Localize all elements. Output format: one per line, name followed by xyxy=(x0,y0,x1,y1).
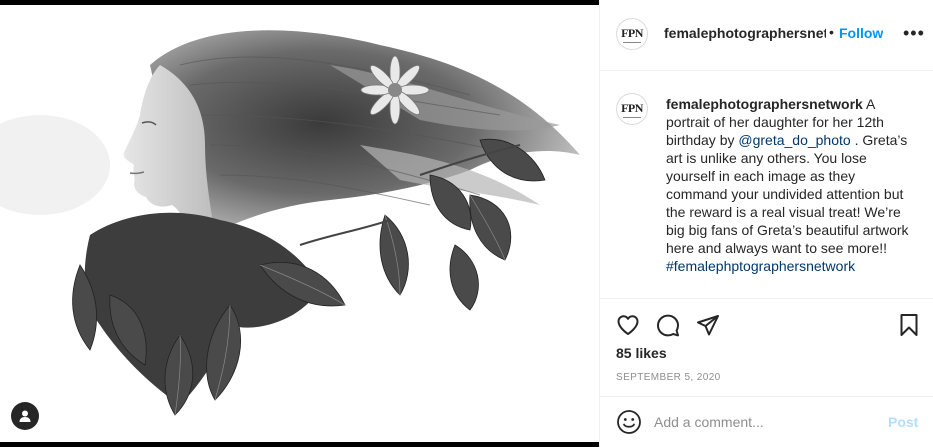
bookmark-icon[interactable] xyxy=(897,313,921,337)
user-tag-icon[interactable] xyxy=(11,402,39,430)
header-username[interactable]: femalephotographersnetwork xyxy=(664,25,826,41)
caption-username[interactable]: femalephotographersnetwork xyxy=(666,96,863,112)
avatar-text: FPN xyxy=(621,100,643,115)
caption-hashtag-link[interactable]: #femalephptographersnetwork xyxy=(666,258,855,274)
paper-plane-icon[interactable] xyxy=(696,313,720,337)
caption-avatar[interactable]: FPN xyxy=(616,93,648,125)
post-image[interactable] xyxy=(0,0,599,447)
likes-count[interactable]: 85 likes xyxy=(616,345,667,361)
post-date[interactable]: SEPTEMBER 5, 2020 xyxy=(616,372,721,383)
post-comment-button[interactable]: Post xyxy=(888,414,918,430)
caption-mention-link[interactable]: @greta_do_photo xyxy=(738,132,850,148)
header-separator: • xyxy=(829,24,834,40)
more-options-icon[interactable]: ••• xyxy=(903,24,925,42)
post-actions: 85 likes SEPTEMBER 5, 2020 xyxy=(600,298,933,402)
comment-input[interactable] xyxy=(654,411,874,433)
follow-button[interactable]: Follow xyxy=(839,25,883,41)
caption-body-2: . Greta’s art is unlike any others. You … xyxy=(666,132,909,256)
post-sidebar: FPN femalephotographersnetwork • Follow … xyxy=(599,0,933,447)
avatar-underline xyxy=(623,41,641,43)
post-photo xyxy=(0,30,580,416)
avatar-text: FPN xyxy=(621,25,643,40)
avatar-underline xyxy=(623,116,641,118)
comment-icon[interactable] xyxy=(656,313,680,337)
post-caption: FPN femalephotographersnetwork A portrai… xyxy=(600,72,933,298)
comment-bar: Post xyxy=(600,396,933,447)
image-bottom-border xyxy=(0,442,599,447)
caption-text: femalephotographersnetwork A portrait of… xyxy=(666,95,916,275)
emoji-icon[interactable] xyxy=(616,409,642,435)
post-header: FPN femalephotographersnetwork • Follow … xyxy=(600,0,933,71)
heart-icon[interactable] xyxy=(616,313,640,337)
person-icon xyxy=(19,410,31,422)
profile-avatar[interactable]: FPN xyxy=(616,18,648,50)
